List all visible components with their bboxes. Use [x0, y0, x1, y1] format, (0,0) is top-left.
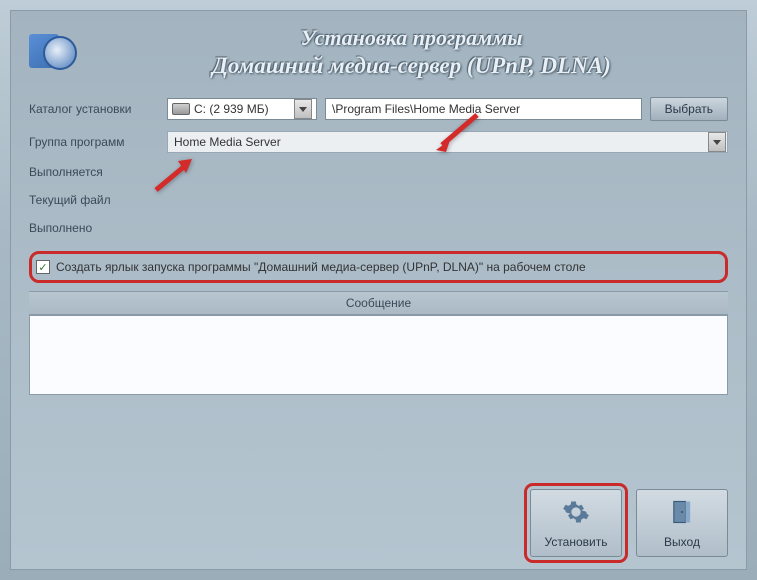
- label-completed: Выполнено: [29, 221, 159, 235]
- row-executing: Выполняется: [29, 163, 728, 181]
- shortcut-checkbox[interactable]: ✓: [36, 260, 50, 274]
- program-group-value: Home Media Server: [174, 135, 281, 149]
- label-current-file: Текущий файл: [29, 193, 159, 207]
- shortcut-checkbox-row: ✓ Создать ярлык запуска программы "Домаш…: [29, 251, 728, 283]
- header: Установка программы Домашний медиа-серве…: [29, 11, 728, 97]
- label-install-catalog: Каталог установки: [29, 102, 159, 116]
- program-group-combo[interactable]: Home Media Server: [167, 131, 728, 153]
- install-label: Установить: [545, 535, 608, 549]
- choose-button[interactable]: Выбрать: [650, 97, 728, 121]
- title-line1: Установка программы: [95, 25, 728, 51]
- completed-value: [167, 219, 728, 237]
- install-path-value: \Program Files\Home Media Server: [332, 102, 520, 116]
- row-install-catalog: Каталог установки C: (2 939 МБ) \Program…: [29, 97, 728, 121]
- label-program-group: Группа программ: [29, 135, 159, 149]
- inner-panel: Установка программы Домашний медиа-серве…: [10, 10, 747, 570]
- exit-label: Выход: [664, 535, 700, 549]
- footer: Установить Выход: [29, 479, 728, 557]
- install-button[interactable]: Установить: [530, 489, 622, 557]
- app-icon: [29, 28, 77, 76]
- chevron-down-icon[interactable]: [294, 99, 312, 119]
- gear-icon: [562, 498, 590, 529]
- installer-window: Установка программы Домашний медиа-серве…: [0, 0, 757, 580]
- exit-button[interactable]: Выход: [636, 489, 728, 557]
- row-program-group: Группа программ Home Media Server: [29, 131, 728, 153]
- door-icon: [668, 498, 696, 529]
- label-executing: Выполняется: [29, 165, 159, 179]
- chevron-down-icon[interactable]: [708, 132, 726, 152]
- header-title: Установка программы Домашний медиа-серве…: [95, 25, 728, 79]
- title-line2: Домашний медиа-сервер (UPnP, DLNA): [95, 53, 728, 79]
- executing-value: [167, 163, 728, 181]
- row-completed: Выполнено: [29, 219, 728, 237]
- drive-select[interactable]: C: (2 939 МБ): [167, 98, 317, 120]
- drive-icon: [172, 103, 190, 115]
- messages-body: [29, 315, 728, 395]
- current-file-value: [167, 191, 728, 209]
- install-path-input[interactable]: \Program Files\Home Media Server: [325, 98, 642, 120]
- check-icon: ✓: [38, 261, 47, 274]
- messages-header: Сообщение: [29, 291, 728, 315]
- drive-text: C: (2 939 МБ): [194, 102, 290, 116]
- row-current-file: Текущий файл: [29, 191, 728, 209]
- shortcut-label: Создать ярлык запуска программы "Домашни…: [56, 260, 586, 274]
